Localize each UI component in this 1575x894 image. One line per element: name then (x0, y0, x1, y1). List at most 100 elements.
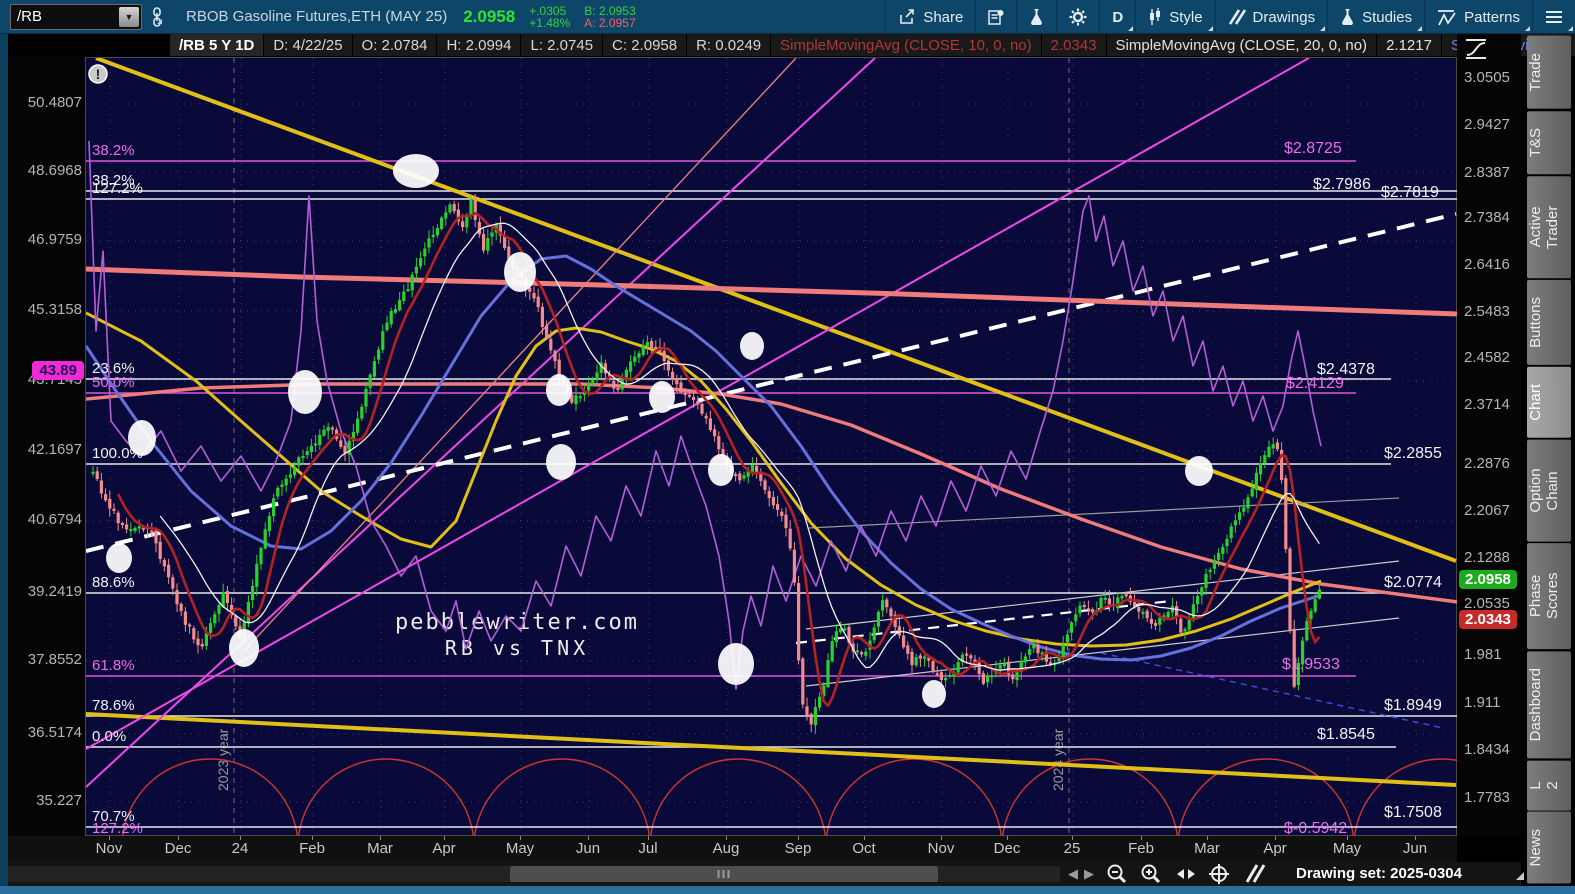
ask-value: A: 2.0957 (584, 15, 636, 30)
share-button[interactable]: Share (885, 0, 975, 34)
left-axis-label: 50.4807 (27, 94, 82, 111)
active-drawing-icon[interactable] (1244, 863, 1266, 888)
left-axis-label: 48.6968 (27, 162, 82, 179)
time-axis-month-label: Sep (784, 840, 812, 857)
drawings-label: Drawings (1252, 8, 1316, 26)
chart-menu-button[interactable] (1532, 0, 1575, 34)
studies-button[interactable]: Studies (1327, 0, 1424, 34)
right-axis-label: 2.2876 (1464, 455, 1510, 472)
chart-header-cell: /RB 5 Y 1D (170, 34, 265, 56)
time-axis-month-label: Dec (164, 840, 192, 857)
svg-text:78.6%: 78.6% (92, 697, 135, 714)
right-axis-label: 2.4582 (1464, 349, 1510, 366)
bottom-toolbar: ◀ ▶ Drawing set: 2025-0304 (8, 862, 1524, 888)
scrollbar-grip-icon (717, 870, 731, 878)
chart-header-cell: C: 2.0958 (603, 34, 688, 56)
right-axis-label: 1.981 (1464, 646, 1502, 663)
patterns-button[interactable]: Patterns (1424, 0, 1532, 34)
svg-text:2024 year: 2024 year (1050, 728, 1066, 791)
settings-gear-button[interactable] (1056, 0, 1099, 34)
quick-study-beaker-button[interactable] (1016, 0, 1056, 34)
cycle-arcs[interactable] (121, 758, 1458, 837)
bid-ask-stack: B: 2.0953 A: 2.0957 (584, 5, 635, 29)
right-axis-label: 1.8434 (1464, 741, 1510, 758)
left-axis-label: 45.3158 (27, 301, 82, 318)
notes-button[interactable] (975, 0, 1016, 34)
sidebar-tab-l-2[interactable]: L 2 (1527, 760, 1571, 811)
price-chart-canvas[interactable]: 2023 year 2024 yearpebblewriter.comRB vs … (86, 58, 1458, 837)
sidebar-tab-phase-scores[interactable]: Phase Scores (1527, 543, 1571, 650)
top-toolbar: ▼ RBOB Gasoline Futures,ETH (MAY 25) 2.0… (0, 0, 1575, 34)
time-axis-month-label: Jun (1402, 840, 1428, 857)
sidebar-tab-trade[interactable]: Trade (1527, 36, 1571, 109)
time-axis-month-label: Feb (1128, 840, 1154, 857)
timeframe-label: D (1112, 8, 1124, 26)
drawing-set-label[interactable]: Drawing set: 2025-0304 (1296, 865, 1462, 882)
time-axis-month-label: Jul (638, 840, 658, 857)
svg-text:38.2%: 38.2% (92, 142, 135, 159)
left-axis-label: 37.8552 (27, 651, 82, 668)
sidebar-tab-t-s[interactable]: T&S (1527, 110, 1571, 174)
scroll-right-arrow[interactable]: ▶ (1084, 865, 1094, 883)
chart-header-cell: L: 2.0745 (521, 34, 604, 56)
chart-header-cell[interactable]: 2.1217 (1377, 34, 1442, 56)
chart-scrollbar-thumb[interactable] (510, 866, 938, 882)
trendlines[interactable] (86, 58, 1457, 788)
chart-header-cell: R: 0.0249 (687, 34, 772, 56)
warning-icon[interactable]: ! (88, 64, 108, 84)
left-price-axis[interactable]: 50.480748.696846.975945.315843.714342.16… (8, 57, 85, 836)
link-icon[interactable] (150, 6, 164, 27)
instrument-description: RBOB Gasoline Futures,ETH (MAY 25) (186, 8, 448, 25)
sidebar-tab-chart[interactable]: Chart (1527, 366, 1571, 438)
svg-text:$-0.5942: $-0.5942 (1284, 820, 1347, 837)
change-stack: +.0305 +1.48% (529, 5, 570, 29)
sidebar-tab-active-trader[interactable]: Active Trader (1527, 175, 1571, 279)
symbol-input-box[interactable]: ▼ (10, 3, 142, 30)
time-axis-month-label: Apr (1263, 840, 1287, 857)
chart-header-cell: D: 4/22/25 (264, 34, 353, 56)
time-axis-month-label: Oct (852, 840, 876, 857)
symbol-input[interactable] (11, 8, 119, 25)
callout-ellipses[interactable] (106, 154, 1213, 708)
right-axis-label: 2.8387 (1464, 164, 1510, 181)
chart-header-cell[interactable]: SimpleMovingAvg (CLOSE, 20, 0, no) (1106, 34, 1378, 56)
sidebar-tab-news[interactable]: News (1527, 812, 1571, 884)
svg-text:127.2%: 127.2% (92, 820, 143, 837)
svg-text:$2.7986: $2.7986 (1313, 176, 1371, 193)
time-axis-month-label: Apr (432, 840, 456, 857)
timeframe-button[interactable]: D (1099, 0, 1135, 34)
trading-platform-window: ▼ RBOB Gasoline Futures,ETH (MAY 25) 2.0… (0, 0, 1575, 894)
overlay-lines (86, 140, 1458, 690)
svg-text:$2.0774: $2.0774 (1384, 574, 1442, 591)
right-price-axis[interactable]: 3.0505 2.9427 2.8387 2.7384 2.6416 2.5483 2.45… (1457, 34, 1521, 836)
sidebar-tab-option-chain[interactable]: Option Chain (1527, 439, 1571, 542)
left-axis-label: 46.9759 (27, 231, 82, 248)
chart-plot-area[interactable]: 2023 year 2024 year pebblewriter.com RB vs … (85, 57, 1458, 837)
scroll-left-arrow[interactable]: ◀ (1068, 865, 1078, 883)
share-label: Share (923, 8, 964, 26)
chart-header-cell[interactable]: 2.0343 (1041, 34, 1107, 56)
svg-text:$1.8949: $1.8949 (1384, 697, 1442, 714)
time-axis[interactable]: Nov Dec 24 Feb Mar Apr May Jun Jul Aug Sep Oct Nov De… (8, 836, 1457, 862)
chart-scrollbar[interactable] (8, 866, 1060, 882)
sma-price-badge: 2.0343 (1459, 610, 1517, 629)
drawing-set-dropdown-icon[interactable] (1516, 872, 1524, 880)
grid-lines (86, 58, 1458, 837)
svg-text:$2.7819: $2.7819 (1381, 184, 1439, 201)
time-axis-month-label: Mar (367, 840, 393, 857)
style-button[interactable]: Style (1135, 0, 1214, 34)
left-axis-label: 39.2419 (27, 583, 82, 600)
drawings-button[interactable]: Drawings (1214, 0, 1328, 34)
window-bottom-frame (0, 886, 1575, 894)
toolbar-button-group: Share D Style Drawings Studies Patterns (885, 0, 1575, 34)
sidebar-tab-dashboard[interactable]: Dashboard (1527, 651, 1571, 759)
sma-yellow (86, 311, 1322, 648)
time-axis-month-label: Dec (993, 840, 1021, 857)
chart-header-cell[interactable]: SimpleMovingAvg (CLOSE, 10, 0, no) (771, 34, 1042, 56)
svg-text:$1.7508: $1.7508 (1384, 804, 1442, 821)
symbol-dropdown-button[interactable]: ▼ (119, 6, 139, 27)
left-axis-label: 36.5174 (27, 724, 82, 741)
sidebar-tab-buttons[interactable]: Buttons (1527, 280, 1571, 365)
left-axis-label: 35.227 (36, 792, 82, 809)
scale-toggle-icon[interactable] (1461, 36, 1491, 67)
